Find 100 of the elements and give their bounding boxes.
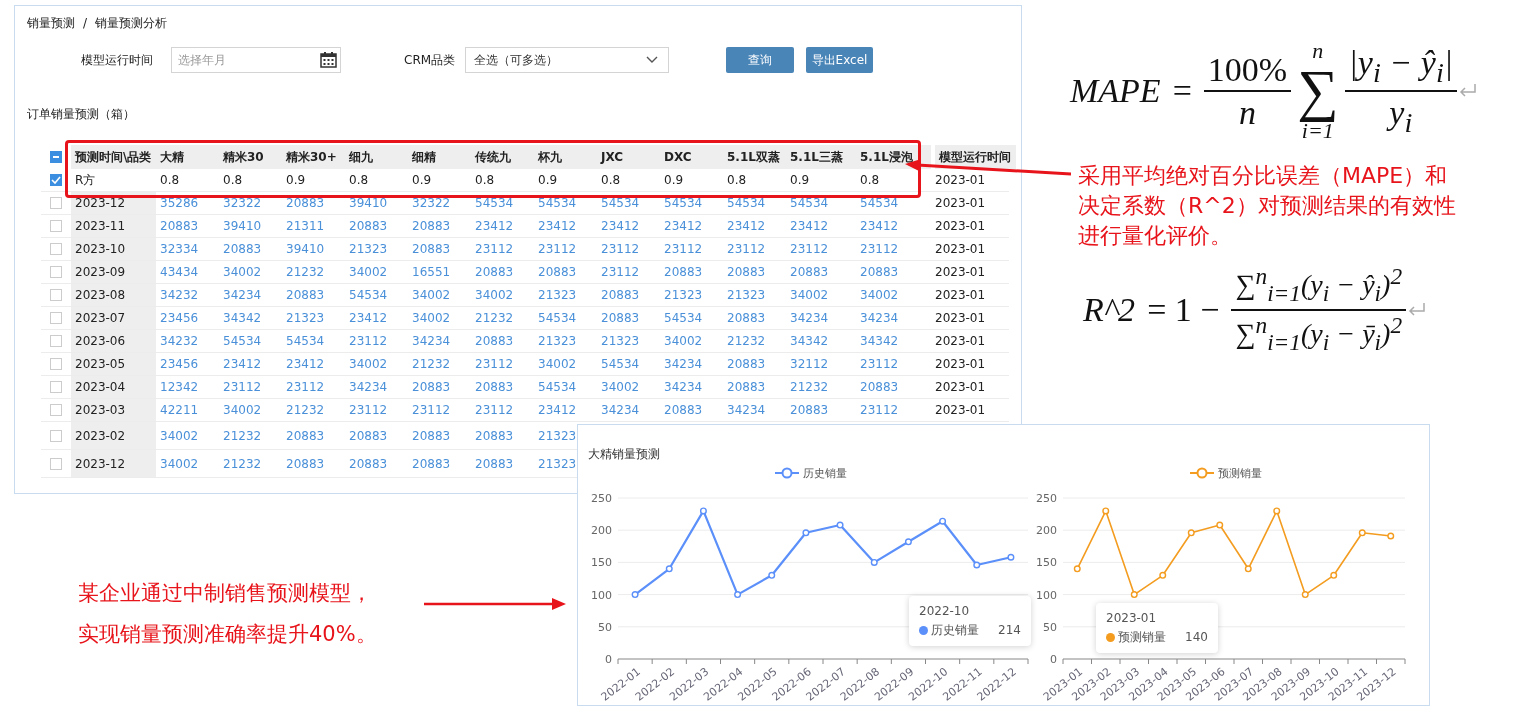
- table-cell-text: 21323: [727, 287, 766, 304]
- table-cell-text: 21232: [475, 310, 514, 327]
- axis-label: 250: [591, 492, 612, 505]
- table-cell-text: 34342: [223, 310, 262, 327]
- table-cell-text: 0.9: [664, 172, 684, 189]
- section-title: 订单销量预测（箱）: [27, 106, 136, 123]
- table-cell-text: 54534: [860, 195, 899, 212]
- table-cell-text: 54534: [475, 195, 514, 212]
- table-cell: 2023-04: [71, 376, 156, 398]
- table-cell-text: 34002: [475, 287, 514, 304]
- table-cell: 2023-03: [71, 399, 156, 421]
- table-cell-text: 20883: [286, 427, 325, 445]
- table-cell-text: 54534: [538, 379, 577, 396]
- table-cell-text: 23112: [475, 402, 514, 419]
- table-cell-text: 20883: [475, 264, 514, 281]
- table-cell-text: 34002: [860, 287, 899, 304]
- table-cell-text: 34232: [160, 287, 199, 304]
- table-cell-text: 23412: [664, 218, 703, 235]
- table-cell-text: 54534: [538, 310, 577, 327]
- table-cell-text: 21323: [664, 287, 703, 304]
- formula-operator: = 1 −: [1147, 291, 1220, 329]
- annotation-text: 某企业通过中制销售预测模型， 实现销量预测准确率提升40%。: [78, 580, 377, 648]
- table-cell: 2023-12: [71, 450, 156, 477]
- table-cell-text: 54534: [538, 195, 577, 212]
- table-cell-text: 0.8: [475, 172, 495, 189]
- table-cell-text: 32112: [790, 356, 829, 373]
- table-cell-text: 54534: [664, 310, 703, 327]
- fraction-denominator: ∑$^{n}$$_{i=1}$(y$_{i}$ − ȳ$_{i}$)$^{2}$: [1235, 311, 1403, 356]
- table-cell-text: 21232: [727, 333, 766, 350]
- table-cell-text: 35286: [160, 195, 199, 212]
- column-header: 杯九: [534, 145, 597, 169]
- table-cell-text: 34232: [160, 333, 199, 350]
- table-cell-text: 20883: [727, 310, 766, 327]
- table-cell: 2023-12: [71, 192, 156, 214]
- tooltip-title: 2022-10: [919, 603, 971, 620]
- table-cell-text: 21323: [538, 427, 577, 445]
- table-cell-text: 23112: [860, 356, 899, 373]
- table-cell-text: 20883: [475, 455, 514, 473]
- table-cell-text: 20883: [601, 287, 640, 304]
- table-cell-text: 23112: [538, 241, 577, 258]
- table-cell-text: 23112: [860, 402, 899, 419]
- table-cell-text: 2023-01: [935, 218, 986, 235]
- tooltip-value: 214: [998, 622, 1021, 639]
- table-cell-text: 20883: [664, 402, 703, 419]
- column-header: 模型运行时间: [935, 145, 1016, 169]
- fraction-denominator: n: [1239, 93, 1256, 132]
- table-cell-text: 34342: [790, 333, 829, 350]
- column-header: 5.1L三蒸: [786, 145, 856, 169]
- formula-lhs: R^2: [1083, 291, 1136, 329]
- table-cell-text: 20883: [790, 402, 829, 419]
- table-cell-text: 23112: [475, 356, 514, 373]
- table-cell-text: 54534: [601, 356, 640, 373]
- table-cell-text: 34002: [538, 356, 577, 373]
- table-cell-text: 0.8: [349, 172, 369, 189]
- table-cell-text: 20883: [475, 379, 514, 396]
- table-cell-text: 34002: [223, 402, 262, 419]
- table-cell-text: 2023-01: [935, 241, 986, 258]
- table-cell-text: 32334: [160, 241, 199, 258]
- table-cell-text: 34234: [727, 402, 766, 419]
- chart-title: 大精销量预测: [588, 446, 661, 463]
- axis-label: 200: [1036, 524, 1057, 538]
- table-cell-text: 2023-01: [935, 402, 986, 419]
- table-cell-text: 32322: [223, 195, 262, 212]
- table-cell-text: 2023-01: [935, 356, 986, 373]
- table-cell-text: 32322: [412, 195, 451, 212]
- table-cell-text: 23112: [223, 379, 262, 396]
- tooltip-title: 2023-01: [1106, 610, 1158, 627]
- fraction-numerator: ∑$^{n}$$_{i=1}$(y$_{i}$ − ŷ$_{i}$)$^{2}$: [1231, 264, 1407, 311]
- table-cell-text: 21323: [538, 333, 577, 350]
- table-cell-text: 23112: [601, 241, 640, 258]
- table-cell-text: 54534: [664, 195, 703, 212]
- table-cell-text: 34234: [664, 379, 703, 396]
- table-cell-text: 20883: [790, 264, 829, 281]
- axis-label: 200: [591, 524, 612, 538]
- column-header: 精米30+: [282, 145, 345, 169]
- table-cell-text: 20883: [349, 218, 388, 235]
- table-cell-text: 54534: [727, 195, 766, 212]
- column-header: 传统九: [471, 145, 534, 169]
- table-cell-text: 20883: [286, 455, 325, 473]
- table-cell-text: 39410: [349, 195, 388, 212]
- sum-symbol: ∑: [1297, 62, 1339, 120]
- column-header: 5.1L浸泡: [856, 145, 931, 169]
- tooltip-label: 预测销量: [1118, 629, 1166, 646]
- table-cell-text: 20883: [412, 218, 451, 235]
- table-cell-text: 34002: [601, 379, 640, 396]
- table-cell-text: 34002: [664, 333, 703, 350]
- column-header: 细精: [408, 145, 471, 169]
- table-cell-text: 20883: [349, 455, 388, 473]
- table-cell-text: 20883: [412, 379, 451, 396]
- table-cell-text: 16551: [412, 264, 451, 281]
- table-cell-text: 21232: [286, 402, 325, 419]
- table-cell-text: 23112: [790, 241, 829, 258]
- table-cell-text: 20883: [286, 287, 325, 304]
- fraction-numerator: 100%: [1203, 50, 1292, 92]
- axis-label: 250: [1036, 492, 1057, 505]
- table-cell: 2023-07: [71, 307, 156, 329]
- table-cell-text: 20883: [727, 264, 766, 281]
- annotation-text: 采用平均绝对百分比误差（MAPE）和 决定系数（R^2）对预测结果的有效性 进行量化评价。: [1078, 162, 1456, 250]
- column-header: 5.1L双蒸: [723, 145, 786, 169]
- table-cell-text: 20883: [860, 379, 899, 396]
